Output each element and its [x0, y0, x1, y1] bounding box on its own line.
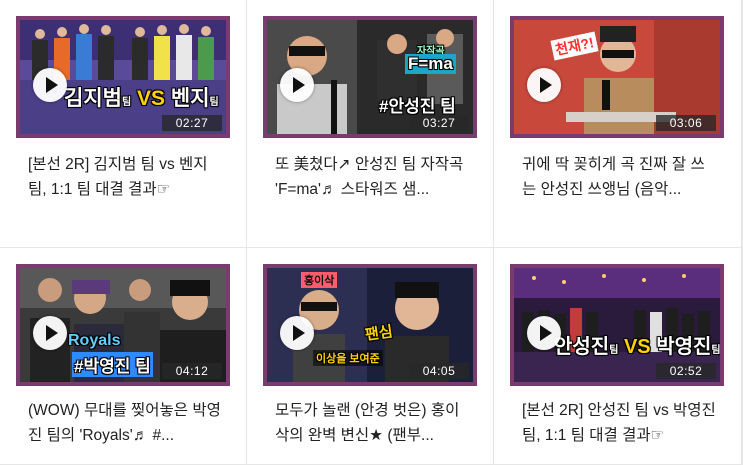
overlay-team-suffix: 팀	[121, 97, 132, 108]
overlay-name-2: 박영진	[656, 336, 712, 358]
overlay-song-title: Royals	[68, 332, 121, 349]
overlay-caption: 팬심	[364, 323, 394, 344]
video-thumbnail[interactable]: Royals #박영진 팀 04:12	[16, 264, 230, 386]
video-card[interactable]: 김지범팀 VS 벤지팀 02:27 [본선 2R] 김지범 팀 vs 벤지 팀,…	[0, 0, 246, 247]
play-icon[interactable]	[527, 68, 561, 102]
video-card[interactable]: 천재?! 03:06 귀에 딱 꽂히게 곡 진짜 잘 쓰는 안성진 쓰앵님 (음…	[494, 0, 741, 247]
video-title[interactable]: [본선 2R] 안성진 팀 vs 박영진 팀, 1:1 팀 대결 결과☞	[522, 398, 718, 448]
video-card[interactable]: 안성진팀 VS 박영진팀 02:52 [본선 2R] 안성진 팀 vs 박영진 …	[494, 248, 741, 464]
video-duration: 04:05	[409, 363, 469, 379]
video-thumbnail[interactable]: 김지범팀 VS 벤지팀 02:27	[16, 16, 230, 138]
play-icon[interactable]	[33, 68, 67, 102]
overlay-name: 홍이삭	[301, 272, 338, 288]
overlay-vs: VS	[623, 336, 651, 358]
video-title[interactable]: 귀에 딱 꽂히게 곡 진짜 잘 쓰는 안성진 쓰앵님 (음악...	[522, 152, 718, 202]
video-duration: 02:27	[162, 115, 222, 131]
video-card[interactable]: Royals #박영진 팀 04:12 (WOW) 무대를 찢어놓은 박영진 팀…	[0, 248, 246, 464]
overlay-team: #안성진 팀	[379, 97, 456, 116]
video-title[interactable]: (WOW) 무대를 찢어놓은 박영진 팀의 'Royals'♬ #...	[28, 398, 224, 448]
overlay-team-suffix: 팀	[711, 345, 721, 356]
overlay-song-title: F=ma	[405, 54, 456, 74]
overlay-team-suffix: 팀	[609, 345, 619, 356]
video-grid: 김지범팀 VS 벤지팀 02:27 [본선 2R] 김지범 팀 vs 벤지 팀,…	[0, 0, 743, 465]
overlay-name-2: 벤지	[170, 87, 210, 110]
play-icon[interactable]	[527, 316, 561, 350]
video-title[interactable]: [본선 2R] 김지범 팀 vs 벤지 팀, 1:1 팀 대결 결과☞	[28, 152, 224, 202]
overlay-team: #박영진 팀	[72, 352, 153, 377]
video-card[interactable]: 자작곡 F=ma #안성진 팀 03:27 또 美쳤다↗ 안성진 팀 자작곡 '…	[247, 0, 493, 247]
play-icon[interactable]	[33, 316, 67, 350]
play-icon[interactable]	[280, 316, 314, 350]
video-thumbnail[interactable]: 안성진팀 VS 박영진팀 02:52	[510, 264, 724, 386]
overlay-name-1: 안성진	[554, 336, 610, 358]
video-thumbnail[interactable]: 자작곡 F=ma #안성진 팀 03:27	[263, 16, 477, 138]
video-thumbnail[interactable]: 천재?! 03:06	[510, 16, 724, 138]
video-duration: 03:27	[409, 115, 469, 131]
video-duration: 04:12	[162, 363, 222, 379]
video-card[interactable]: 홍이삭 팬심 이상을 보여준 04:05 모두가 놀랜 (안경 벗은) 홍이삭의…	[247, 248, 493, 464]
overlay-vs: VS	[137, 87, 166, 110]
overlay-name-1: 김지범	[64, 87, 122, 110]
video-title[interactable]: 모두가 놀랜 (안경 벗은) 홍이삭의 완벽 변신★ (팬부...	[275, 398, 471, 448]
video-duration: 02:52	[656, 363, 716, 379]
overlay-subtitle: 이상을 보여준	[313, 350, 383, 366]
video-thumbnail[interactable]: 홍이삭 팬심 이상을 보여준 04:05	[263, 264, 477, 386]
play-icon[interactable]	[280, 68, 314, 102]
video-duration: 03:06	[656, 115, 716, 131]
video-title[interactable]: 또 美쳤다↗ 안성진 팀 자작곡 'F=ma'♬ 스타워즈 샘...	[275, 152, 471, 202]
overlay-team-suffix: 팀	[209, 97, 219, 108]
